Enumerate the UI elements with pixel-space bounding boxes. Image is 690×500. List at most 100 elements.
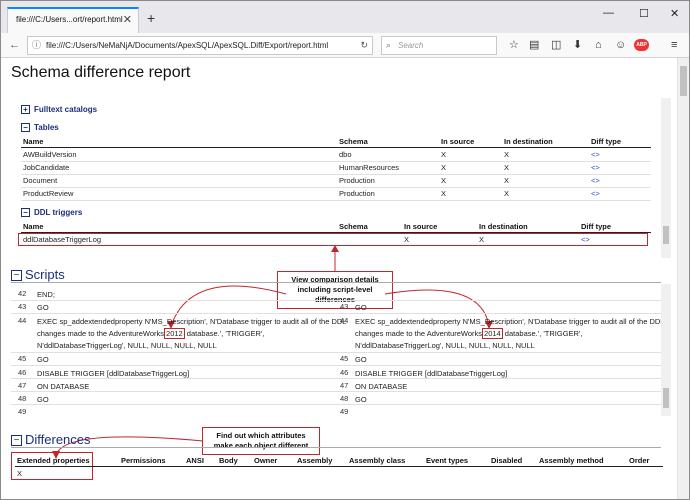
code-line: changes made to the AdventureWorks 2012 d… <box>37 328 264 339</box>
bookmark-star-icon[interactable]: ☆ <box>509 38 519 52</box>
download-icon[interactable]: ⬇ <box>573 38 582 52</box>
scripts-section-header[interactable]: − Scripts <box>11 267 65 282</box>
line-number: 44 <box>18 316 27 325</box>
cell-in-destination: X <box>504 189 510 198</box>
collapse-icon[interactable]: − <box>21 208 30 218</box>
line-number: 49 <box>340 407 349 416</box>
code-line: END; <box>37 290 55 299</box>
scripts-label: Scripts <box>25 267 65 282</box>
script-diff-callout: View comparison details including script… <box>277 271 393 309</box>
line-number: 49 <box>18 407 27 416</box>
col-header-name: Name <box>23 222 44 231</box>
code-row-divider <box>11 391 661 392</box>
cell-in-source: X <box>441 176 447 185</box>
collapse-icon[interactable]: − <box>21 123 30 133</box>
code-text: changes made to the AdventureWorks <box>355 329 483 338</box>
code-line: GO <box>37 355 49 364</box>
objects-scrollbar[interactable] <box>661 98 671 258</box>
row-divider <box>21 174 651 175</box>
ddl-trigger-row[interactable]: ddlDatabaseTriggerLog X X <> <box>18 233 648 246</box>
page-title: Schema difference report <box>11 64 191 81</box>
code-line: GO <box>355 355 367 364</box>
search-placeholder: Search <box>398 41 424 50</box>
line-number: 44 <box>340 316 349 325</box>
col-header-in-source: In source <box>404 222 438 231</box>
differences-header-divider <box>15 466 663 467</box>
cell-schema: Production <box>339 176 375 185</box>
code-row-divider <box>11 365 661 366</box>
ddl-triggers-section-header[interactable]: − DDL triggers <box>21 208 82 218</box>
col-header-diff-type: Diff type <box>591 137 621 146</box>
scripts-divider <box>11 282 661 283</box>
search-input[interactable]: ⌕ Search <box>381 36 497 55</box>
back-arrow-icon[interactable]: ← <box>9 38 20 52</box>
cell-diff-type[interactable]: <> <box>591 150 600 159</box>
code-text: database.', 'TRIGGER', <box>184 329 265 338</box>
code-row-divider <box>11 352 661 353</box>
new-tab-button[interactable]: + <box>147 11 155 25</box>
tables-label: Tables <box>34 123 59 132</box>
line-number: 47 <box>340 381 349 390</box>
cell-name: AWBuildVersion <box>23 150 77 159</box>
collapse-icon[interactable]: − <box>11 435 22 447</box>
close-window-button[interactable]: ✕ <box>670 7 679 20</box>
cell-in-source: X <box>441 189 447 198</box>
maximize-button[interactable]: ☐ <box>639 7 649 20</box>
code-row-divider <box>11 300 661 301</box>
scrollbar-thumb[interactable] <box>663 226 669 244</box>
pocket-icon[interactable]: ◫ <box>551 38 561 52</box>
cell-diff-type[interactable]: <> <box>581 235 590 244</box>
scrollbar-thumb[interactable] <box>663 388 669 408</box>
tab-bar: file:///C:/Users...ort/report.html ✕ + —… <box>1 1 689 33</box>
report-page: Schema difference report + Fulltext catal… <box>1 58 677 499</box>
arrowhead <box>331 245 339 252</box>
menu-icon[interactable]: ≡ <box>671 38 677 52</box>
reading-list-icon[interactable]: ▤ <box>529 38 539 52</box>
row-divider <box>21 187 651 188</box>
code-line: EXEC sp_addextendedproperty N'MS_Descrip… <box>37 317 347 326</box>
collapse-icon[interactable]: − <box>11 270 22 282</box>
fulltext-section-header[interactable]: + Fulltext catalogs <box>21 105 97 115</box>
info-icon[interactable]: ⓘ <box>32 37 41 54</box>
code-line: GO <box>37 303 49 312</box>
code-line: N'ddlDatabaseTriggerLog', NULL, NULL, NU… <box>355 341 535 350</box>
code-text: changes made to the AdventureWorks <box>37 329 165 338</box>
differences-divider <box>11 447 661 448</box>
col-header-body: Body <box>219 456 238 465</box>
col-header-ansi: ANSI <box>186 456 204 465</box>
col-header-event-types: Event types <box>426 456 469 465</box>
col-header-in-destination: In destination <box>504 137 553 146</box>
minimize-button[interactable]: — <box>603 7 614 19</box>
url-bar[interactable]: ⓘ file:///C:/Users/NeMaNjA/Documents/Ape… <box>27 36 373 55</box>
col-header-order: Order <box>629 456 650 465</box>
line-number: 46 <box>18 368 27 377</box>
line-number: 45 <box>18 354 27 363</box>
code-line: N'ddlDatabaseTriggerLog', NULL, NULL, NU… <box>37 341 217 350</box>
cell-schema: dbo <box>339 150 352 159</box>
scripts-scrollbar[interactable] <box>661 284 671 416</box>
tables-section-header[interactable]: − Tables <box>21 123 59 133</box>
browser-tab[interactable]: file:///C:/Users...ort/report.html ✕ <box>7 7 139 33</box>
adblock-icon[interactable]: ABP <box>634 39 649 51</box>
tab-close-icon[interactable]: ✕ <box>123 9 132 31</box>
cell-in-destination: X <box>504 176 510 185</box>
cell-diff-type[interactable]: <> <box>591 189 600 198</box>
tab-title: file:///C:/Users...ort/report.html <box>16 15 123 24</box>
page-scrollbar[interactable] <box>677 58 689 499</box>
cell-diff-type[interactable]: <> <box>591 163 600 172</box>
navigation-bar: ← ⓘ file:///C:/Users/NeMaNjA/Documents/A… <box>1 33 689 58</box>
row-divider <box>21 200 651 201</box>
col-header-schema: Schema <box>339 137 368 146</box>
reload-icon[interactable]: ↻ <box>360 37 368 54</box>
emoji-icon[interactable]: ☺ <box>615 38 626 52</box>
highlighted-difference: 2014 <box>482 328 503 339</box>
col-header-in-source: In source <box>441 137 475 146</box>
differences-section-header[interactable]: − Differences <box>11 432 91 447</box>
cell-in-destination: X <box>504 163 510 172</box>
expand-icon[interactable]: + <box>21 105 30 115</box>
home-icon[interactable]: ⌂ <box>595 38 602 52</box>
cell-schema: HumanResources <box>339 163 400 172</box>
highlighted-difference: 2012 <box>164 328 185 339</box>
cell-diff-type[interactable]: <> <box>591 176 600 185</box>
page-scrollbar-thumb[interactable] <box>680 66 687 96</box>
